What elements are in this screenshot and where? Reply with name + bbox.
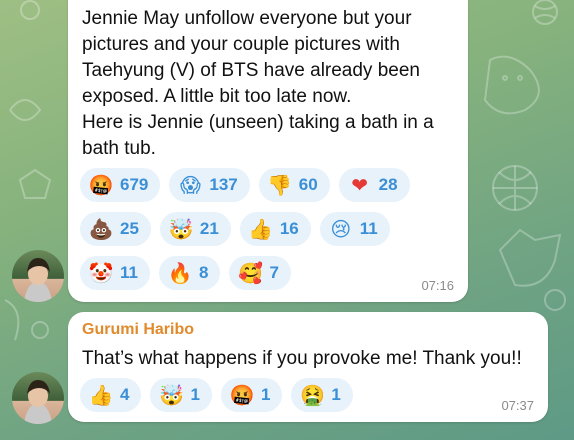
message-bubble-2[interactable]: Gurumi Haribo That’s what happens if you… — [68, 312, 548, 422]
reaction-count: 16 — [279, 219, 299, 238]
reaction-count: 25 — [120, 219, 139, 238]
thumbs-down-icon: 👎 — [267, 173, 293, 197]
reaction-count: 7 — [269, 263, 279, 282]
reaction-pill-exploding-head[interactable]: 🤯 1 — [150, 378, 212, 412]
clown-face-icon: 🤡 — [88, 261, 114, 285]
avatar-image — [24, 380, 52, 424]
reaction-count: 4 — [120, 385, 130, 404]
exploding-head-icon: 🤯 — [159, 383, 184, 407]
angry-cursing-face-icon: 🤬 — [229, 383, 255, 407]
message-text: Jennie May unfollow everyone but your pi… — [82, 8, 434, 159]
avatar[interactable] — [12, 250, 64, 302]
reaction-count: 11 — [120, 263, 138, 282]
reactions-row: 💩 25 🤯 21 👍 16 😢 11 — [80, 212, 460, 246]
reaction-count: 8 — [198, 263, 209, 282]
reaction-count: 21 — [199, 219, 219, 238]
reaction-count: 137 — [209, 175, 238, 194]
reaction-count: 1 — [190, 385, 200, 404]
reactions-row: 👍 4 🤯 1 🤬 1 🤮 1 — [80, 378, 460, 412]
thumbs-up-icon: 👍 — [88, 383, 114, 407]
reactions-row: 🤬 679 😱 137 👎 60 ❤ 28 — [80, 168, 460, 202]
reaction-pill-thumbs-up[interactable]: 👍 16 — [239, 212, 311, 246]
poop-icon: 💩 — [88, 217, 114, 241]
message-text: That’s what happens if you provoke me! T… — [82, 348, 522, 369]
message-timestamp: 07:16 — [421, 278, 454, 293]
reactions-group: 👍 4 🤯 1 🤬 1 🤮 1 — [80, 378, 460, 422]
reaction-pill-fire[interactable]: 🔥 8 — [158, 256, 221, 290]
reaction-pill-exploding-head[interactable]: 🤯 21 — [159, 212, 231, 246]
angry-cursing-face-icon: 🤬 — [88, 173, 114, 197]
reaction-count: 679 — [120, 175, 149, 194]
reaction-pill-crying[interactable]: 😢 11 — [319, 212, 390, 246]
avatar[interactable] — [12, 372, 64, 424]
reaction-pill-heart[interactable]: ❤ 28 — [338, 168, 410, 202]
reaction-pill-thumbs-up[interactable]: 👍 4 — [80, 378, 142, 412]
reaction-pill-thumbs-down[interactable]: 👎 60 — [258, 168, 330, 202]
reaction-pill-poop[interactable]: 💩 25 — [80, 212, 151, 246]
reaction-count: 11 — [359, 219, 378, 238]
message-bubble-1[interactable]: Jennie May unfollow everyone but your pi… — [68, 0, 468, 302]
reaction-pill-smiling-hearts[interactable]: 🥰 7 — [229, 256, 291, 290]
reactions-group: 🤬 679 😱 137 👎 60 ❤ 28 💩 25 🤯 21 👍 16 😢 11 🤡 11 🔥 8… — [80, 168, 460, 300]
exploding-head-icon: 🤯 — [168, 217, 194, 241]
reaction-pill-vomiting[interactable]: 🤮 1 — [291, 378, 353, 412]
reaction-count: 60 — [298, 175, 318, 194]
avatar-image — [24, 258, 52, 302]
reaction-count: 28 — [378, 175, 398, 194]
screaming-face-icon: 😱 — [179, 173, 201, 197]
reaction-count: 1 — [331, 385, 341, 404]
reaction-pill-clown[interactable]: 🤡 11 — [80, 256, 150, 290]
message-timestamp: 07:37 — [501, 398, 534, 413]
reaction-pill-scream[interactable]: 😱 137 — [169, 168, 250, 202]
reaction-pill-angry[interactable]: 🤬 1 — [220, 378, 283, 412]
thumbs-up-icon: 👍 — [248, 217, 274, 241]
crying-face-icon: 😢 — [330, 217, 352, 241]
reaction-pill-angry[interactable]: 🤬 679 — [80, 168, 161, 202]
sender-name[interactable]: Gurumi Haribo — [82, 321, 194, 339]
fire-icon: 🔥 — [167, 261, 193, 285]
smiling-hearts-face-icon: 🥰 — [238, 261, 263, 285]
vomiting-face-icon: 🤮 — [299, 383, 325, 407]
reaction-count: 1 — [260, 385, 271, 404]
reactions-row: 🤡 11 🔥 8 🥰 7 — [80, 256, 460, 290]
heart-icon: ❤ — [351, 173, 369, 197]
